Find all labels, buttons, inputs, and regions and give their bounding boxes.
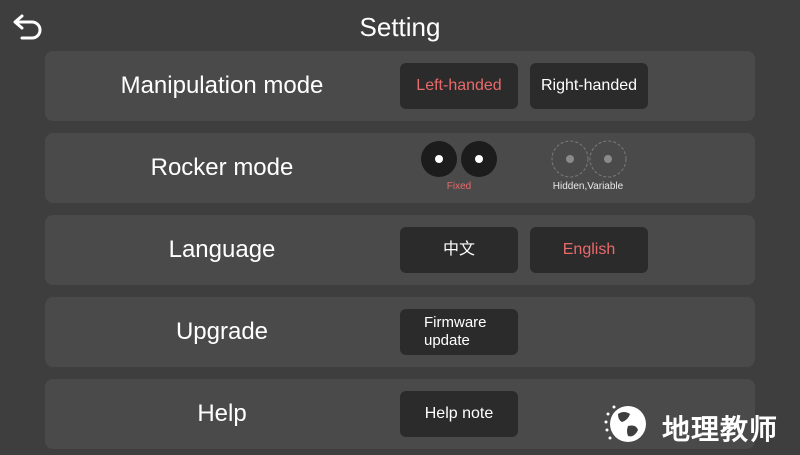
page-title: Setting <box>359 12 441 42</box>
rocker-mode-row: Rocker mode Fixed Hidden,Variable <box>45 133 755 203</box>
english-language-button[interactable]: English <box>530 227 648 273</box>
language-label: Language <box>168 236 276 263</box>
manipulation-mode-row: Manipulation mode Left-handed Right-hand… <box>45 51 755 121</box>
right-handed-button[interactable]: Right-handed <box>530 63 648 109</box>
firmware-update-line1: Firmware <box>424 314 487 331</box>
rocker-hidden-variable-option[interactable]: Hidden,Variable <box>528 139 648 199</box>
header: Setting <box>0 0 800 54</box>
help-note-button[interactable]: Help note <box>400 391 518 437</box>
firmware-update-button[interactable]: Firmware update <box>400 309 518 355</box>
rocker-mode-label: Rocker mode <box>150 154 294 181</box>
globe-logo-icon <box>604 405 646 442</box>
upgrade-row: Upgrade Firmware update <box>45 297 755 367</box>
upgrade-label: Upgrade <box>175 318 269 345</box>
fixed-joystick-icon <box>421 141 497 177</box>
firmware-update-line2: update <box>424 332 470 349</box>
hidden-joystick-icon <box>551 140 627 178</box>
rocker-hidden-caption: Hidden,Variable <box>552 181 624 192</box>
rocker-fixed-caption: Fixed <box>446 181 472 192</box>
watermark: 地理教师 <box>598 398 800 450</box>
help-label: Help <box>197 400 247 427</box>
chinese-language-button[interactable]: 中文 <box>400 227 518 273</box>
left-handed-button[interactable]: Left-handed <box>400 63 518 109</box>
rocker-fixed-option[interactable]: Fixed <box>399 139 519 199</box>
language-row: Language 中文 English <box>45 215 755 285</box>
manipulation-mode-label: Manipulation mode <box>120 72 324 99</box>
watermark-text: 地理教师 <box>662 413 779 446</box>
